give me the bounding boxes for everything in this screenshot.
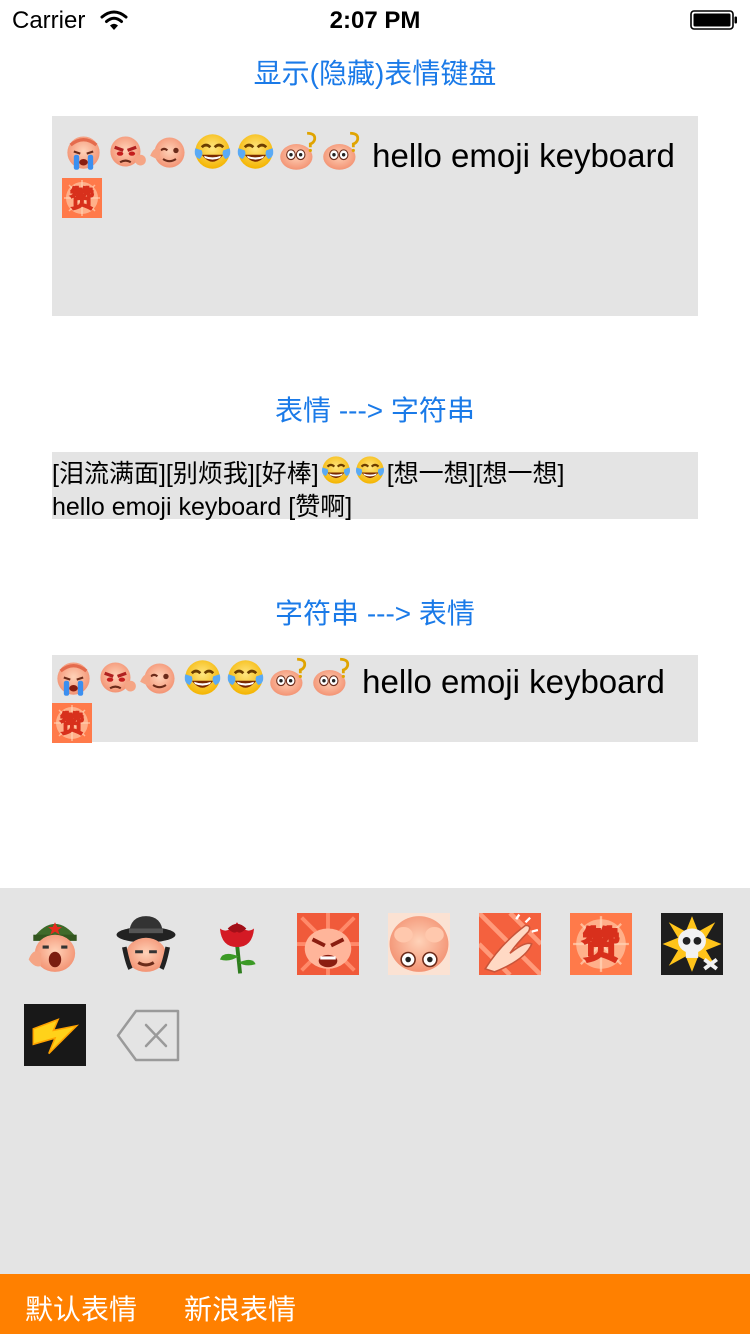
status-bar: Carrier 2:07 PM <box>0 0 750 40</box>
battery-icon <box>690 10 737 30</box>
cry-face-emoji <box>62 130 105 173</box>
emoji-category-tab-bar: 默认表情 新浪表情 <box>0 1274 750 1334</box>
soldier-face-emoji-key[interactable] <box>24 913 86 975</box>
emoji-input-textview[interactable]: hello emoji keyboard <box>52 116 698 316</box>
tears-of-joy-emoji <box>353 453 387 487</box>
annoyed-face-emoji <box>105 130 148 173</box>
zan-badge-emoji-key[interactable] <box>570 913 632 975</box>
converted-text-part3: hello emoji keyboard [赞啊] <box>52 493 353 521</box>
tears-of-joy-emoji <box>181 656 224 699</box>
annoyed-face-emoji <box>95 656 138 699</box>
toggle-keyboard-button[interactable]: 显示(隐藏)表情键盘 <box>0 52 750 92</box>
input-text: hello emoji keyboard <box>363 137 685 174</box>
emoji-to-string-output: [泪流满面][别烦我][好棒] [想一想][想一想] hello emoji key… <box>52 452 698 521</box>
zan-badge-emoji <box>52 703 92 743</box>
emoji-keyboard <box>0 888 750 1274</box>
lightning-emoji-key[interactable] <box>24 1004 86 1066</box>
skull-burst-emoji-key[interactable] <box>661 913 723 975</box>
thumbs-good-emoji <box>148 130 191 173</box>
emoji-to-string-button[interactable]: 表情 ---> 字符串 <box>0 389 750 429</box>
tears-of-joy-emoji <box>224 656 267 699</box>
tears-of-joy-emoji <box>191 130 234 173</box>
zan-badge-emoji <box>62 178 102 218</box>
string-to-emoji-button[interactable]: 字符串 ---> 表情 <box>0 592 750 632</box>
cry-face-emoji <box>52 656 95 699</box>
staring-face-emoji-key[interactable] <box>388 913 450 975</box>
converted-text-part2: [想一想][想一想] <box>386 460 565 488</box>
clock: 2:07 PM <box>329 7 421 34</box>
thinking-face-emoji <box>320 130 363 173</box>
tears-of-joy-emoji <box>319 453 353 487</box>
string-to-emoji-output: hello emoji keyboard <box>52 655 698 742</box>
hat-face-emoji-key[interactable] <box>115 913 177 975</box>
tab-sina-emoji[interactable]: 新浪表情 <box>184 1288 296 1328</box>
clapping-hands-emoji-key[interactable] <box>479 913 541 975</box>
converted-text-part1: [泪流满面][别烦我][好棒] <box>52 460 319 488</box>
tears-of-joy-emoji <box>234 130 277 173</box>
tab-default-emoji[interactable]: 默认表情 <box>25 1288 137 1328</box>
thinking-face-emoji <box>267 656 310 699</box>
angry-face-emoji-key[interactable] <box>297 913 359 975</box>
thinking-face-emoji <box>310 656 353 699</box>
backspace-icon[interactable] <box>115 1004 180 1066</box>
rose-emoji-key[interactable] <box>206 913 268 975</box>
thinking-face-emoji <box>277 130 320 173</box>
thumbs-good-emoji <box>138 656 181 699</box>
converted-emoji-text: hello emoji keyboard <box>353 663 665 700</box>
